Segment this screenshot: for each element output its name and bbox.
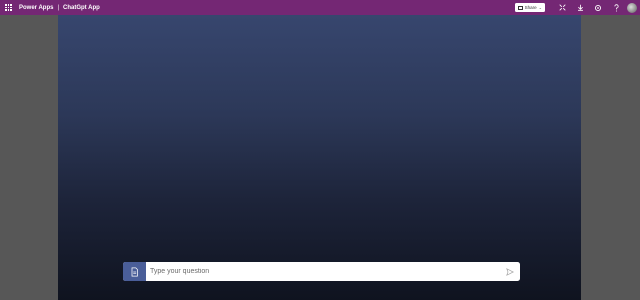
share-button[interactable]: Share ⌄ xyxy=(514,3,545,12)
send-button[interactable] xyxy=(500,262,520,281)
document-button[interactable] xyxy=(123,262,146,281)
question-input[interactable] xyxy=(146,262,500,281)
share-icon xyxy=(517,5,523,10)
avatar[interactable] xyxy=(627,2,637,13)
title-separator: | xyxy=(57,4,60,11)
app-canvas xyxy=(58,15,581,300)
send-icon xyxy=(506,267,514,276)
download-icon[interactable] xyxy=(571,4,589,11)
close-expand-icon[interactable] xyxy=(553,4,571,11)
chevron-down-icon: ⌄ xyxy=(538,5,542,10)
document-icon xyxy=(131,266,138,277)
help-icon[interactable] xyxy=(607,3,625,12)
share-label: Share xyxy=(524,5,537,10)
app-launcher-icon[interactable] xyxy=(5,4,12,11)
app-title: ChatGpt App xyxy=(63,4,100,11)
settings-icon[interactable] xyxy=(589,4,607,12)
brand-title: Power Apps xyxy=(19,4,54,11)
top-bar: Power Apps | ChatGpt App Share ⌄ xyxy=(0,0,640,15)
chat-input-bar xyxy=(123,262,520,281)
